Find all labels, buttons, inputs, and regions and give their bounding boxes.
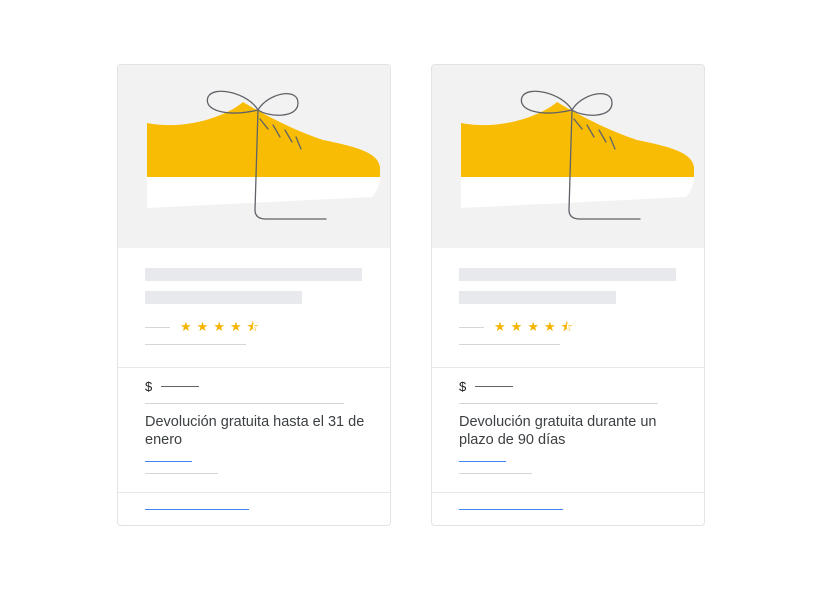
- product-card[interactable]: ★ ★ ★ ★ ⯪ $ Devolución gratuita hasta el…: [117, 64, 391, 526]
- details-link[interactable]: [145, 461, 192, 462]
- star-icon: ★: [494, 319, 506, 334]
- divider: [432, 367, 704, 368]
- half-star-icon: ⯪: [246, 319, 259, 334]
- seller-line: [459, 344, 560, 345]
- product-image[interactable]: [118, 65, 390, 248]
- title-placeholder: [145, 268, 362, 281]
- star-icon: ★: [180, 319, 192, 334]
- rating-count-line: [459, 327, 484, 328]
- star-icon: ★: [527, 319, 539, 334]
- star-icon: ★: [543, 319, 556, 334]
- star-icon: ★: [229, 319, 242, 334]
- star-rating: ★ ★ ★ ★ ⯪: [494, 320, 573, 334]
- star-icon: ★: [213, 319, 225, 334]
- price-line: [161, 386, 199, 387]
- star-icon: ★: [196, 319, 209, 334]
- title-placeholder: [459, 268, 676, 281]
- subtitle-placeholder: [459, 291, 616, 304]
- sneaker-icon: [461, 90, 694, 220]
- price-underline: [145, 403, 344, 404]
- details-subline: [459, 473, 532, 474]
- view-store-link[interactable]: [145, 509, 249, 510]
- star-rating: ★ ★ ★ ★ ⯪: [180, 320, 259, 334]
- currency-symbol: $: [459, 379, 467, 394]
- divider: [118, 367, 390, 368]
- divider: [118, 492, 390, 493]
- product-card[interactable]: ★ ★ ★ ★ ⯪ $ Devolución gratuita durante …: [431, 64, 705, 526]
- sneaker-icon: [147, 90, 380, 220]
- details-subline: [145, 473, 218, 474]
- half-star-icon: ⯪: [560, 319, 573, 334]
- seller-line: [145, 344, 246, 345]
- details-link[interactable]: [459, 461, 506, 462]
- price-line: [475, 386, 513, 387]
- rating-count-line: [145, 327, 170, 328]
- currency-symbol: $: [145, 379, 153, 394]
- product-image[interactable]: [432, 65, 704, 248]
- subtitle-placeholder: [145, 291, 302, 304]
- return-policy-text: Devolución gratuita durante un plazo de …: [459, 414, 657, 448]
- star-icon: ★: [510, 319, 523, 334]
- return-policy-text: Devolución gratuita hasta el 31 de enero: [145, 414, 365, 448]
- divider: [432, 492, 704, 493]
- price-underline: [459, 403, 658, 404]
- view-store-link[interactable]: [459, 509, 563, 510]
